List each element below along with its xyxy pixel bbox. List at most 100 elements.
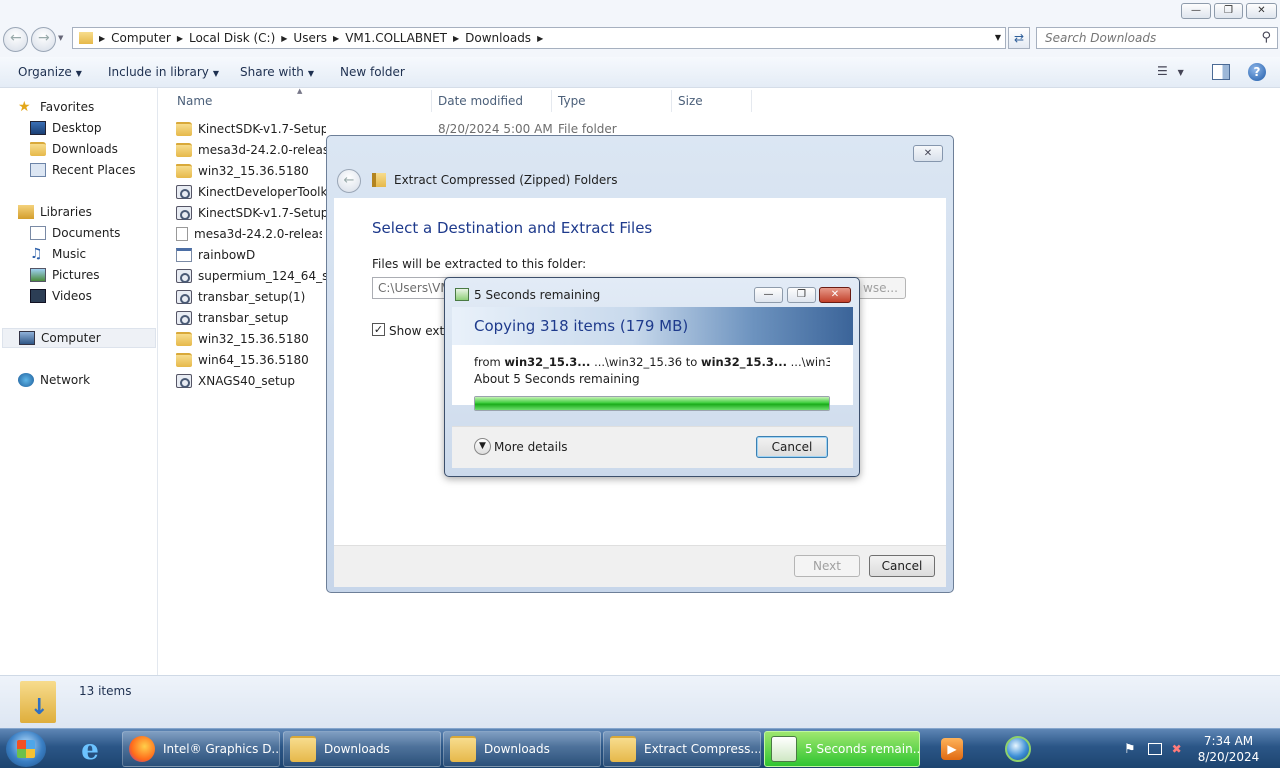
copy-cancel-label: Cancel [771, 440, 813, 454]
folder-icon [176, 143, 192, 157]
pinned-media-player[interactable]: ▶ [926, 732, 978, 766]
file-row[interactable]: win32_15.36.5180 [176, 161, 326, 181]
column-divider[interactable] [551, 90, 552, 112]
file-name: win32_15.36.5180 [198, 332, 309, 346]
maximize-button[interactable]: ❐ [1214, 3, 1243, 19]
breadcrumb-separator-icon[interactable]: ▶ [175, 34, 185, 43]
file-row[interactable]: transbar_setup [176, 308, 326, 328]
close-button[interactable]: ✕ [1246, 3, 1277, 19]
search-box[interactable]: ⚲ [1036, 27, 1278, 49]
copy-close-button[interactable]: ✕ [819, 287, 851, 303]
copy-minimize-button[interactable]: — [754, 287, 783, 303]
details-pane: ↓ 13 items [0, 675, 1280, 728]
nav-computer[interactable]: Computer [2, 328, 156, 348]
search-input[interactable] [1045, 31, 1255, 45]
file-name: mesa3d-24.2.0-release-m [198, 143, 326, 157]
column-divider[interactable] [751, 90, 752, 112]
column-date-modified[interactable]: Date modified [438, 94, 523, 108]
file-row[interactable]: win32_15.36.5180 [176, 329, 326, 349]
file-row[interactable]: KinectSDK-v1.7-Setup 8/20/2024 5:00 AM Fil… [176, 119, 617, 139]
browse-label: wse... [863, 281, 898, 295]
nav-network[interactable]: Network [18, 370, 90, 390]
close-icon: ✕ [923, 148, 933, 159]
taskbar-button-copy[interactable]: 5 Seconds remain... [764, 731, 920, 767]
extract-back-button[interactable]: ← [337, 169, 361, 193]
breadcrumb-separator-icon[interactable]: ▶ [331, 34, 341, 43]
back-button[interactable]: ← [3, 27, 28, 52]
refresh-button[interactable]: ⇄ [1008, 27, 1030, 49]
breadcrumb-users[interactable]: Users [289, 31, 331, 45]
zip-folder-icon [372, 173, 386, 187]
address-bar[interactable]: ▶ Computer ▶ Local Disk (C:) ▶ Users ▶ V… [72, 27, 1006, 49]
nav-music[interactable]: ♫ Music [30, 244, 86, 264]
volume-muted-icon[interactable]: ✖ [1172, 742, 1182, 756]
next-button[interactable]: Next [794, 555, 860, 577]
taskbar-button-intel[interactable]: Intel® Graphics D... [122, 731, 280, 767]
star-icon: ★ [18, 99, 31, 115]
breadcrumb-separator-icon[interactable]: ▶ [535, 34, 545, 43]
column-type[interactable]: Type [558, 94, 586, 108]
browse-button[interactable]: wse... [854, 277, 906, 299]
breadcrumb-separator-icon[interactable]: ▶ [279, 34, 289, 43]
preview-pane-button[interactable] [1212, 64, 1230, 80]
pinned-internet-explorer[interactable]: e [64, 732, 116, 766]
network-status-icon[interactable] [1147, 743, 1162, 755]
extract-close-button[interactable]: ✕ [913, 145, 943, 162]
show-files-checkbox[interactable]: ✓ [372, 323, 385, 336]
file-row[interactable]: KinectSDK-v1.7-Setup [176, 203, 326, 223]
taskbar-button-extract[interactable]: Extract Compress... [603, 731, 761, 767]
nav-pictures[interactable]: Pictures [30, 265, 100, 285]
source-path: ...\win32_15.36 [594, 355, 683, 369]
column-divider[interactable] [671, 90, 672, 112]
start-button[interactable] [6, 731, 46, 767]
help-button[interactable]: ? [1248, 63, 1266, 81]
breadcrumb-local-disk[interactable]: Local Disk (C:) [185, 31, 279, 45]
view-options-button[interactable]: ☰ ▼ [1157, 64, 1195, 82]
action-center-flag-icon[interactable]: ⚑ [1124, 742, 1136, 757]
file-row[interactable]: mesa3d-24.2.0-release-m [176, 224, 322, 244]
clock[interactable]: 7:34 AM 8/20/2024 [1198, 733, 1260, 765]
share-with-button[interactable]: Share with ▼ [240, 65, 314, 79]
taskbar-button-downloads-2[interactable]: Downloads [443, 731, 601, 767]
nav-favorites[interactable]: ★ Favorites [18, 97, 94, 117]
file-row[interactable]: win64_15.36.5180 [176, 350, 326, 370]
breadcrumb-downloads[interactable]: Downloads [461, 31, 535, 45]
file-name: KinectSDK-v1.7-Setup [198, 122, 326, 136]
nav-desktop[interactable]: Desktop [30, 118, 102, 138]
breadcrumb-user[interactable]: VM1.COLLABNET [341, 31, 451, 45]
nav-videos[interactable]: Videos [30, 286, 92, 306]
file-row[interactable]: rainbowD [176, 245, 326, 265]
nav-recent-places[interactable]: Recent Places [30, 160, 135, 180]
search-icon[interactable]: ⚲ [1261, 30, 1271, 45]
breadcrumb-separator-icon[interactable]: ▶ [451, 34, 461, 43]
column-divider[interactable] [431, 90, 432, 112]
organize-button[interactable]: Organize ▼ [18, 65, 82, 79]
address-dropdown-icon[interactable]: ▼ [995, 33, 1001, 42]
include-in-library-button[interactable]: Include in library ▼ [108, 65, 219, 79]
column-name[interactable]: Name [177, 94, 212, 108]
taskbar-button-downloads-1[interactable]: Downloads [283, 731, 441, 767]
copy-maximize-button[interactable]: ❐ [787, 287, 816, 303]
nav-documents[interactable]: Documents [30, 223, 120, 243]
nav-libraries[interactable]: Libraries [18, 202, 92, 222]
file-row[interactable]: supermium_124_64_setu [176, 266, 326, 286]
new-folder-button[interactable]: New folder [340, 65, 405, 79]
recent-pages-dropdown[interactable]: ▼ [58, 34, 63, 42]
breadcrumb-computer[interactable]: Computer [107, 31, 175, 45]
nav-downloads[interactable]: Downloads [30, 139, 118, 159]
file-row[interactable]: mesa3d-24.2.0-release-m [176, 140, 326, 160]
extract-cancel-button[interactable]: Cancel [869, 555, 935, 577]
copy-cancel-button[interactable]: Cancel [756, 436, 828, 458]
file-row[interactable]: XNAGS40_setup [176, 371, 326, 391]
forward-button[interactable]: → [31, 27, 56, 52]
nav-downloads-label: Downloads [52, 142, 118, 156]
media-player-icon: ▶ [941, 738, 963, 760]
minimize-button[interactable]: — [1181, 3, 1211, 19]
file-row[interactable]: KinectDeveloperToolkit- [176, 182, 326, 202]
more-details-toggle[interactable]: ▼ More details [474, 438, 568, 455]
nav-desktop-label: Desktop [52, 121, 102, 135]
column-size[interactable]: Size [678, 94, 703, 108]
pinned-globe[interactable] [992, 732, 1044, 766]
file-row[interactable]: transbar_setup(1) [176, 287, 326, 307]
destination-path: ...\win32_15.36 [790, 355, 830, 369]
